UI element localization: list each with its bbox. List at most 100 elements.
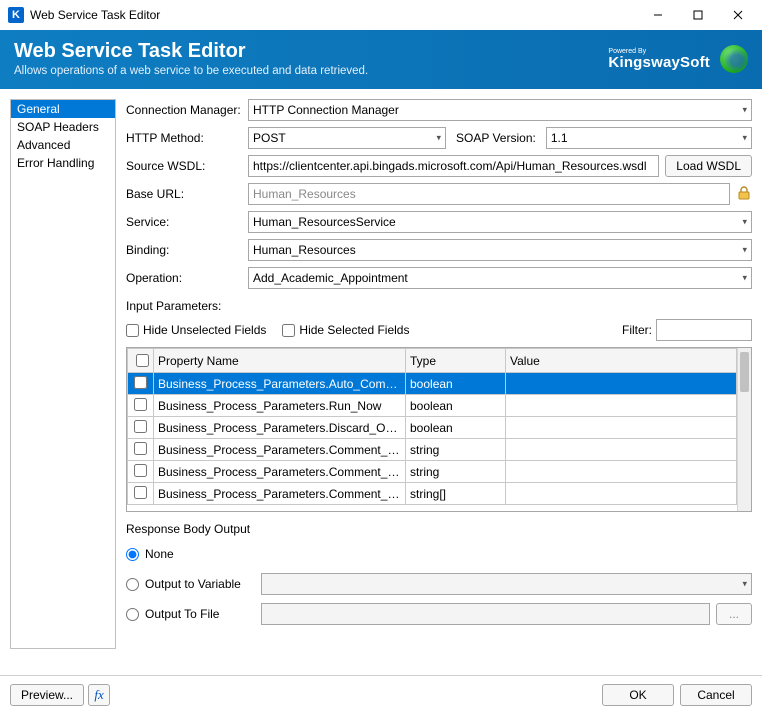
sidebar-item-error-handling[interactable]: Error Handling: [11, 154, 115, 172]
row-property-name: Business_Process_Parameters.Comment_Dat.…: [154, 439, 406, 461]
close-button[interactable]: [718, 1, 758, 29]
minimize-button[interactable]: [638, 1, 678, 29]
close-icon: [733, 10, 743, 20]
sidebar-item-general[interactable]: General: [11, 100, 115, 118]
row-checkbox[interactable]: [134, 420, 147, 433]
table-row[interactable]: Business_Process_Parameters.Run_Now bool…: [128, 395, 737, 417]
response-none-radio[interactable]: [126, 548, 139, 561]
base-url-input[interactable]: Human_Resources: [248, 183, 730, 205]
row-type: boolean: [406, 417, 506, 439]
app-icon: K: [8, 7, 24, 23]
response-variable-combo[interactable]: ▾: [261, 573, 752, 595]
sidebar: General SOAP Headers Advanced Error Hand…: [10, 99, 116, 649]
maximize-button[interactable]: [678, 1, 718, 29]
table-row[interactable]: Business_Process_Parameters.Auto_Complet…: [128, 373, 737, 395]
sidebar-item-soap-headers[interactable]: SOAP Headers: [11, 118, 115, 136]
lock-icon[interactable]: [736, 185, 752, 204]
row-checkbox[interactable]: [134, 486, 147, 499]
response-file-label: Output To File: [145, 607, 255, 621]
table-row[interactable]: Business_Process_Parameters.Comment_Dat.…: [128, 439, 737, 461]
globe-icon: [720, 45, 748, 73]
row-property-name: Business_Process_Parameters.Run_Now: [154, 395, 406, 417]
maximize-icon: [693, 10, 703, 20]
banner-heading: Web Service Task Editor: [14, 40, 608, 63]
expression-button[interactable]: fx: [88, 684, 110, 706]
titlebar: K Web Service Task Editor: [0, 0, 762, 30]
ok-button[interactable]: OK: [602, 684, 674, 706]
input-parameters-label: Input Parameters:: [126, 299, 752, 313]
response-body-output-label: Response Body Output: [126, 522, 752, 536]
table-row[interactable]: Business_Process_Parameters.Discard_On_E…: [128, 417, 737, 439]
binding-value: Human_Resources: [253, 243, 356, 257]
header-type[interactable]: Type: [406, 349, 506, 373]
row-value[interactable]: [506, 461, 737, 483]
filter-input[interactable]: [656, 319, 752, 341]
row-checkbox[interactable]: [134, 442, 147, 455]
table-scrollbar[interactable]: [737, 348, 751, 511]
row-property-name: Business_Process_Parameters.Comment_Dat.…: [154, 483, 406, 505]
hide-selected-checkbox[interactable]: Hide Selected Fields: [282, 323, 409, 337]
row-value[interactable]: [506, 395, 737, 417]
response-file-input[interactable]: [261, 603, 710, 625]
footer: Preview... fx OK Cancel: [0, 675, 762, 714]
soap-version-combo[interactable]: 1.1 ▾: [546, 127, 752, 149]
row-value[interactable]: [506, 417, 737, 439]
row-value[interactable]: [506, 483, 737, 505]
operation-combo[interactable]: Add_Academic_Appointment ▾: [248, 267, 752, 289]
browse-file-button[interactable]: ...: [716, 603, 752, 625]
chevron-down-icon: ▾: [742, 105, 747, 116]
soap-version-label: SOAP Version:: [452, 131, 540, 145]
base-url-label: Base URL:: [126, 187, 242, 201]
minimize-icon: [653, 10, 663, 20]
scrollbar-thumb[interactable]: [740, 352, 749, 392]
row-type: boolean: [406, 395, 506, 417]
kingswaysoft-logo: Powered By KingswaySoft: [608, 48, 710, 70]
http-method-label: HTTP Method:: [126, 131, 242, 145]
form-area: Connection Manager: HTTP Connection Mana…: [126, 99, 752, 649]
row-checkbox[interactable]: [134, 464, 147, 477]
chevron-down-icon: ▾: [742, 133, 747, 144]
source-wsdl-input[interactable]: https://clientcenter.api.bingads.microso…: [248, 155, 659, 177]
banner-subtitle: Allows operations of a web service to be…: [14, 65, 608, 77]
hide-unselected-label: Hide Unselected Fields: [143, 323, 266, 337]
source-wsdl-label: Source WSDL:: [126, 159, 242, 173]
row-value[interactable]: [506, 439, 737, 461]
http-method-combo[interactable]: POST ▾: [248, 127, 446, 149]
parameters-table: Property Name Type Value Business_Proces…: [126, 347, 752, 512]
header-value[interactable]: Value: [506, 349, 737, 373]
hide-unselected-checkbox[interactable]: Hide Unselected Fields: [126, 323, 266, 337]
row-value[interactable]: [506, 373, 737, 395]
connection-manager-combo[interactable]: HTTP Connection Manager ▾: [248, 99, 752, 121]
banner: Web Service Task Editor Allows operation…: [0, 30, 762, 89]
load-wsdl-button[interactable]: Load WSDL: [665, 155, 752, 177]
table-row[interactable]: Business_Process_Parameters.Comment_Dat.…: [128, 483, 737, 505]
table-row[interactable]: Business_Process_Parameters.Comment_Dat.…: [128, 461, 737, 483]
filter-label: Filter:: [622, 323, 652, 337]
service-combo[interactable]: Human_ResourcesService ▾: [248, 211, 752, 233]
row-type: boolean: [406, 373, 506, 395]
response-file-radio[interactable]: [126, 608, 139, 621]
select-all-checkbox[interactable]: [136, 354, 149, 367]
window-title: Web Service Task Editor: [30, 8, 638, 22]
http-method-value: POST: [253, 131, 286, 145]
connection-manager-label: Connection Manager:: [126, 103, 242, 117]
brand-name: KingswaySoft: [608, 55, 710, 70]
binding-combo[interactable]: Human_Resources ▾: [248, 239, 752, 261]
chevron-down-icon: ▾: [742, 273, 747, 284]
chevron-down-icon: ▾: [742, 245, 747, 256]
operation-value: Add_Academic_Appointment: [253, 271, 408, 285]
row-checkbox[interactable]: [134, 376, 147, 389]
chevron-down-icon: ▾: [742, 579, 747, 590]
row-checkbox[interactable]: [134, 398, 147, 411]
operation-label: Operation:: [126, 271, 242, 285]
preview-button[interactable]: Preview...: [10, 684, 84, 706]
cancel-button[interactable]: Cancel: [680, 684, 752, 706]
sidebar-item-advanced[interactable]: Advanced: [11, 136, 115, 154]
header-property-name[interactable]: Property Name: [154, 349, 406, 373]
connection-manager-value: HTTP Connection Manager: [253, 103, 399, 117]
soap-version-value: 1.1: [551, 131, 568, 145]
service-label: Service:: [126, 215, 242, 229]
response-variable-radio[interactable]: [126, 578, 139, 591]
chevron-down-icon: ▾: [436, 133, 441, 144]
hide-selected-label: Hide Selected Fields: [299, 323, 409, 337]
